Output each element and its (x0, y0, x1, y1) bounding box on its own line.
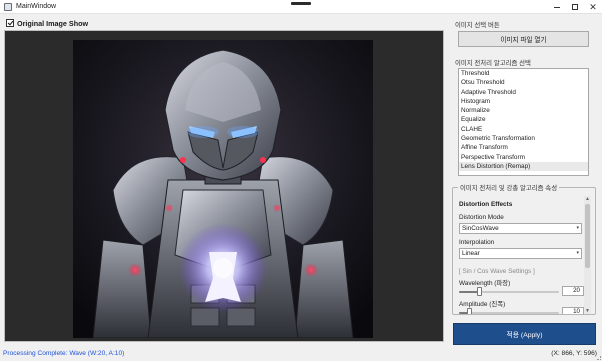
list-item[interactable]: Affine Transform (459, 143, 588, 152)
algorithm-select-label: 이미지 전처리 알고리즘 선택 (455, 60, 531, 67)
open-image-button[interactable]: 이미지 파일 열기 (458, 31, 589, 47)
image-panel: Original Image Show (4, 17, 445, 344)
scroll-thumb[interactable] (585, 204, 590, 268)
maximize-icon (572, 4, 578, 10)
list-item-selected[interactable]: Lens Distortion (Remap) (459, 161, 588, 172)
snap-grip-handle[interactable] (291, 2, 311, 5)
control-panel: 이미지 선택 버튼 이미지 파일 열기 이미지 전처리 알고리즘 선택 Thre… (449, 17, 599, 345)
chevron-down-icon: ▾ (576, 250, 579, 256)
interpolation-select[interactable]: Linear ▾ (459, 248, 582, 259)
distortion-mode-select[interactable]: SinCosWave ▾ (459, 223, 582, 234)
list-item[interactable]: Adaptive Threshold (459, 88, 588, 97)
minimize-icon (554, 6, 560, 8)
section-title: Distortion Effects (459, 201, 513, 208)
wavelength-slider-fill (459, 291, 479, 293)
image-viewer (4, 30, 444, 342)
status-bar: Processing Complete: Wave (W:20, A:10) (… (0, 347, 602, 361)
distortion-mode-label: Distortion Mode (459, 214, 504, 221)
status-message: Processing Complete: Wave (W:20, A:10) (3, 350, 125, 357)
list-item[interactable]: Otsu Threshold (459, 78, 588, 87)
list-item[interactable]: Histogram (459, 97, 588, 106)
properties-group: 이미지 전처리 및 강총 알고리즘 속성 Distortion Effects … (452, 183, 596, 315)
preview-image (73, 40, 373, 338)
close-button[interactable]: ✕ (584, 0, 602, 14)
list-item[interactable]: CLAHE (459, 125, 588, 134)
checkmark-icon[interactable] (6, 19, 14, 27)
app-window-icon (4, 3, 12, 11)
interpolation-value: Linear (462, 250, 480, 257)
properties-group-label: 이미지 전처리 및 강총 알고리즘 속성 (458, 183, 560, 192)
minimize-button[interactable] (548, 0, 566, 14)
list-item[interactable]: Perspective Transform (459, 153, 588, 162)
scroll-up-icon[interactable]: ▲ (584, 196, 591, 202)
amplitude-spinbox[interactable]: 10 (562, 307, 584, 314)
scroll-down-icon[interactable]: ▼ (584, 308, 591, 314)
list-item[interactable]: Normalize (459, 106, 588, 115)
wavelength-slider-handle[interactable] (477, 287, 482, 296)
amplitude-slider-track[interactable] (459, 312, 559, 314)
wavelength-slider-row: 20 (459, 286, 584, 296)
properties-scrollbar[interactable]: ▲ ▼ (584, 196, 591, 314)
wave-settings-header: [ Sin / Cos Wave Settings ] (459, 268, 535, 275)
interpolation-label: Interpolation (459, 239, 495, 246)
maximize-button[interactable] (566, 0, 584, 14)
cursor-coordinates: (X: 866, Y: 596) (551, 350, 597, 357)
resize-grip-icon[interactable] (597, 356, 601, 360)
title-bar: MainWindow ✕ (0, 0, 602, 14)
distortion-mode-value: SinCosWave (462, 225, 499, 232)
original-image-label: Original Image Show (17, 18, 89, 28)
image-select-label: 이미지 선택 버튼 (455, 22, 500, 29)
list-item[interactable]: Geometric Transformation (459, 134, 588, 143)
close-icon: ✕ (589, 1, 597, 12)
amplitude-slider-handle[interactable] (467, 308, 472, 314)
wavelength-spinbox[interactable]: 20 (562, 286, 584, 296)
original-image-toggle[interactable]: Original Image Show (6, 18, 88, 28)
list-item[interactable]: Equalize (459, 115, 588, 124)
algorithm-list[interactable]: Threshold Otsu Threshold Adaptive Thresh… (458, 68, 589, 176)
properties-scroll-area: Distortion Effects Distortion Mode SinCo… (457, 196, 584, 314)
amplitude-slider-row: 10 (459, 307, 584, 314)
list-item[interactable]: Threshold (459, 69, 588, 78)
chevron-down-icon: ▾ (576, 225, 579, 231)
window-title: MainWindow (16, 3, 57, 10)
apply-button[interactable]: 적용 (Apply) (453, 323, 596, 345)
